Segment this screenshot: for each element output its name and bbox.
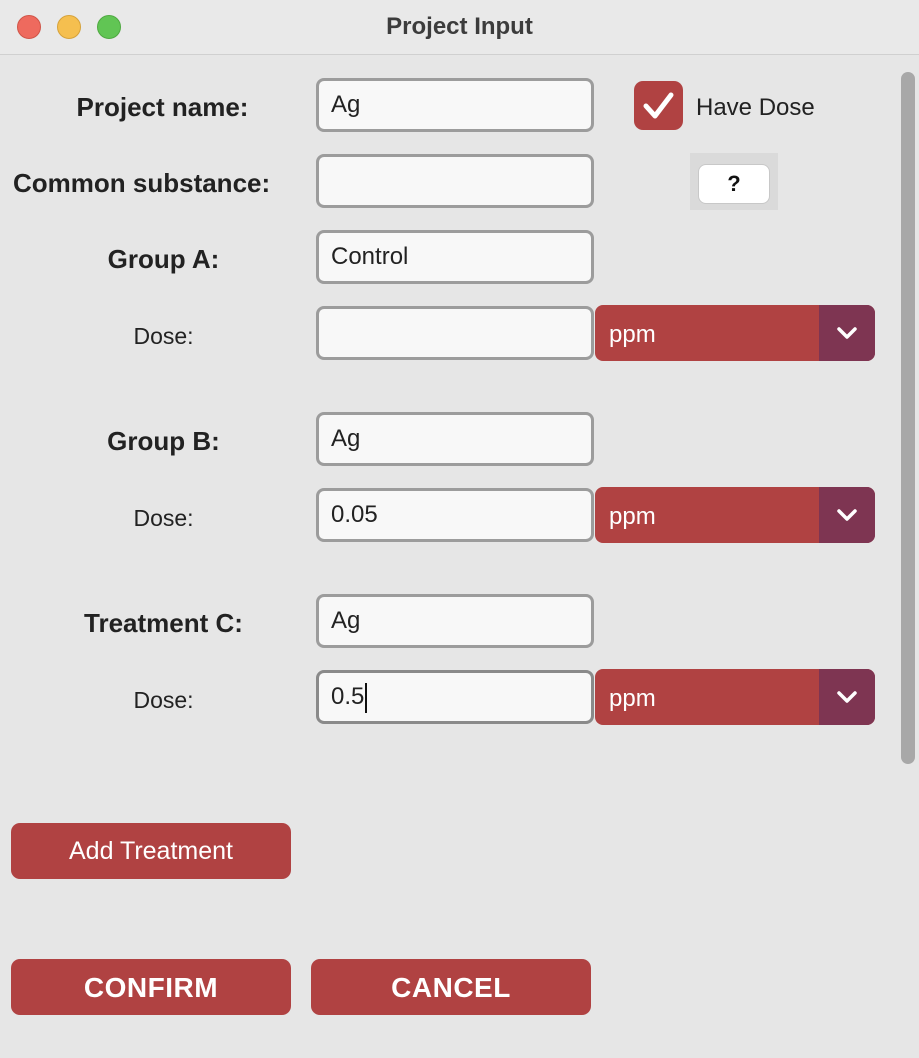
group-a-unit-dropdown-button[interactable] xyxy=(819,305,875,361)
group-b-dose-input[interactable] xyxy=(316,488,594,542)
group-b-input[interactable] xyxy=(316,412,594,466)
have-dose-label: Have Dose xyxy=(696,94,815,121)
help-button[interactable]: ? xyxy=(698,164,770,204)
confirm-button[interactable]: CONFIRM xyxy=(11,959,291,1015)
cancel-button[interactable]: CANCEL xyxy=(311,959,591,1015)
title-bar: Project Input xyxy=(0,0,919,55)
group-b-unit-dropdown-button[interactable] xyxy=(819,487,875,543)
project-name-input[interactable] xyxy=(316,78,594,132)
group-a-unit-select[interactable]: ppm xyxy=(595,305,875,361)
project-name-label: Project name: xyxy=(76,92,249,122)
checkmark-icon xyxy=(643,92,674,119)
vertical-scrollbar[interactable] xyxy=(901,72,915,764)
group-a-dose-label: Dose: xyxy=(133,323,194,349)
treatment-c-unit-select[interactable]: ppm xyxy=(595,669,875,725)
treatment-c-unit-value: ppm xyxy=(609,685,656,712)
group-b-unit-select[interactable]: ppm xyxy=(595,487,875,543)
group-a-unit-value: ppm xyxy=(609,321,656,348)
treatment-c-label: Treatment C: xyxy=(84,608,243,638)
common-substance-input[interactable] xyxy=(316,154,594,208)
treatment-c-input[interactable] xyxy=(316,594,594,648)
group-b-unit-value: ppm xyxy=(609,503,656,530)
help-button-area: ? xyxy=(690,153,778,210)
group-b-label: Group B: xyxy=(107,426,220,456)
treatment-c-dose-label: Dose: xyxy=(133,687,194,713)
group-b-dose-label: Dose: xyxy=(133,505,194,531)
window-title: Project Input xyxy=(386,13,533,40)
add-treatment-button[interactable]: Add Treatment xyxy=(11,823,291,879)
chevron-down-icon xyxy=(837,327,857,339)
text-caret xyxy=(365,683,367,713)
treatment-c-unit-dropdown-button[interactable] xyxy=(819,669,875,725)
treatment-c-dose-input[interactable] xyxy=(316,670,594,724)
group-a-input[interactable] xyxy=(316,230,594,284)
common-substance-label: Common substance: xyxy=(13,168,271,198)
group-a-dose-input[interactable] xyxy=(316,306,594,360)
group-a-label: Group A: xyxy=(107,244,220,274)
chevron-down-icon xyxy=(837,691,857,703)
chevron-down-icon xyxy=(837,509,857,521)
have-dose-checkbox[interactable] xyxy=(634,81,683,130)
